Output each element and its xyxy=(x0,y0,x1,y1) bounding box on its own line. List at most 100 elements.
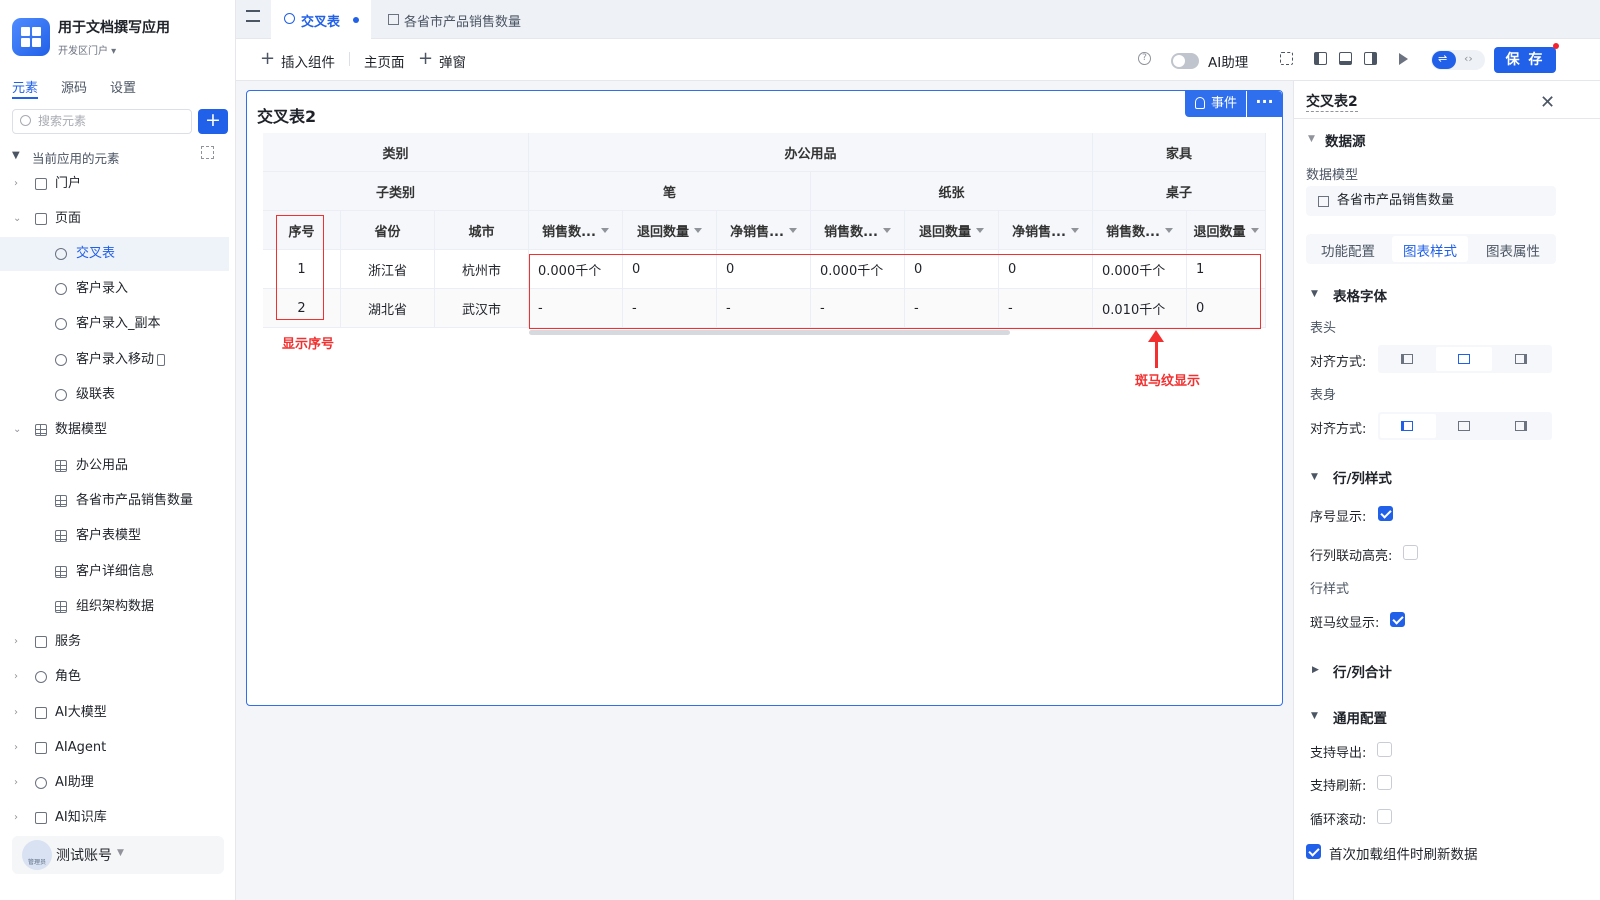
locate-icon[interactable] xyxy=(201,146,214,159)
align-left-icon[interactable] xyxy=(1401,354,1413,364)
header-measure[interactable]: 销售数... xyxy=(529,211,623,250)
chevron-down-icon[interactable]: ▼ xyxy=(117,848,124,858)
sort-caret-icon[interactable] xyxy=(882,227,891,233)
more-button[interactable]: ··· xyxy=(1247,91,1282,117)
loop-scroll-checkbox[interactable] xyxy=(1377,809,1392,824)
right-panel-icon[interactable] xyxy=(1364,52,1377,65)
user-icon xyxy=(35,671,47,683)
ai-assistant-toggle[interactable] xyxy=(1171,53,1199,69)
mobile-icon xyxy=(157,354,165,366)
caret-down-icon[interactable]: ▼ xyxy=(1311,289,1318,299)
sort-caret-icon[interactable] xyxy=(694,227,702,233)
insert-component-button[interactable]: 插入组件 xyxy=(281,51,335,71)
sidebar-item-customer-entry-copy[interactable]: 客户录入_副本 xyxy=(0,307,236,341)
sidebar-item-office-supplies[interactable]: 办公用品 xyxy=(0,449,236,483)
search-input[interactable]: 搜索元素 xyxy=(12,109,192,134)
help-icon[interactable]: ? xyxy=(1138,52,1151,65)
header-measure[interactable]: 销售数... xyxy=(811,211,905,250)
refresh-checkbox[interactable] xyxy=(1377,775,1392,790)
align-center-icon[interactable] xyxy=(1458,421,1470,431)
section-table-font[interactable]: 表格字体 xyxy=(1333,285,1387,305)
add-element-button[interactable]: + xyxy=(198,109,228,134)
caret-down-icon[interactable]: ▼ xyxy=(1308,134,1315,144)
sort-caret-icon[interactable] xyxy=(976,227,984,233)
align-right-icon[interactable] xyxy=(1515,354,1527,364)
main-page-button[interactable]: 主页面 xyxy=(364,51,405,71)
section-general-config[interactable]: 通用配置 xyxy=(1333,707,1387,727)
account-name[interactable]: 测试账号 xyxy=(56,845,112,865)
sidebar-item-org-data[interactable]: 组织架构数据 xyxy=(0,590,236,624)
caret-down-icon[interactable]: ▼ xyxy=(1311,472,1318,482)
chevron-right-icon: › xyxy=(14,178,18,189)
portal-selector[interactable]: 开发区门户 ▾ xyxy=(58,42,116,57)
sidebar-item-customer-entry-mobile[interactable]: 客户录入移动 xyxy=(0,343,236,377)
popup-button[interactable]: 弹窗 xyxy=(439,51,466,71)
sort-caret-icon[interactable] xyxy=(1070,227,1079,233)
data-model-select[interactable]: 各省市产品销售数量 xyxy=(1306,186,1556,216)
panel-title[interactable]: 交叉表2 xyxy=(1306,91,1358,112)
code-mode-icon[interactable]: ‹› xyxy=(1464,52,1473,65)
header-measure[interactable]: 退回数量 xyxy=(1187,211,1266,250)
tab-crosstab[interactable]: 交叉表 xyxy=(271,0,371,39)
header-measure[interactable]: 销售数... xyxy=(1093,211,1187,250)
section-datasource[interactable]: 数据源 xyxy=(1325,130,1366,150)
align-center-icon[interactable] xyxy=(1458,354,1470,364)
collapse-caret-icon[interactable]: ▼ xyxy=(12,150,20,161)
tab-elements[interactable]: 元素 xyxy=(12,77,38,96)
layout-icon[interactable] xyxy=(1280,52,1293,65)
page-link-icon xyxy=(55,318,67,330)
align-right-icon[interactable] xyxy=(1515,421,1527,431)
sidebar-item-ai-assistant[interactable]: › AI助理 xyxy=(0,766,236,800)
caret-right-icon[interactable]: ▶ xyxy=(1312,665,1319,675)
collapse-sidebar-icon[interactable] xyxy=(246,10,260,22)
close-icon[interactable]: ✕ xyxy=(1540,92,1555,113)
sidebar-item-province-sales[interactable]: 各省市产品销售数量 xyxy=(0,484,236,518)
section-row-col-total[interactable]: 行/列合计 xyxy=(1333,661,1392,681)
caret-down-icon[interactable]: ▼ xyxy=(1311,711,1318,721)
sidebar-item-pages[interactable]: ⌄ 页面 xyxy=(0,202,236,236)
header-measure-label: 净销售... xyxy=(1012,224,1066,240)
sort-caret-icon[interactable] xyxy=(1164,227,1173,233)
sidebar-item-customer-details[interactable]: 客户详细信息 xyxy=(0,555,236,589)
arrow-shaft xyxy=(1155,341,1158,368)
sort-caret-icon[interactable] xyxy=(600,227,609,233)
bottom-panel-icon[interactable] xyxy=(1339,52,1352,65)
export-checkbox[interactable] xyxy=(1377,742,1392,757)
sidebar-item-data-model[interactable]: ⌄ 数据模型 xyxy=(0,413,236,447)
linked-highlight-checkbox[interactable] xyxy=(1403,545,1418,560)
play-icon[interactable] xyxy=(1399,53,1408,65)
body-align-label: 对齐方式: xyxy=(1310,422,1367,437)
sidebar-item-portal[interactable]: › 门户 xyxy=(0,167,236,201)
section-row-col-style[interactable]: 行/列样式 xyxy=(1333,467,1392,487)
divider xyxy=(1293,118,1600,119)
horizontal-scrollbar[interactable] xyxy=(529,330,1010,335)
sidebar-item-cascade-table[interactable]: 级联表 xyxy=(0,378,236,412)
index-display-checkbox[interactable] xyxy=(1378,506,1393,521)
sidebar-item-ai-agent[interactable]: › AIAgent xyxy=(0,731,236,765)
sidebar-item-customer-model[interactable]: 客户表模型 xyxy=(0,519,236,553)
sidebar-item-roles[interactable]: › 角色 xyxy=(0,660,236,694)
save-button[interactable]: 保 存 xyxy=(1494,47,1556,73)
zebra-display-checkbox[interactable] xyxy=(1390,612,1405,627)
first-load-refresh-checkbox[interactable] xyxy=(1306,844,1321,859)
header-measure[interactable]: 退回数量 xyxy=(623,211,717,250)
tab-settings[interactable]: 设置 xyxy=(110,77,136,96)
header-measure[interactable]: 净销售... xyxy=(999,211,1093,250)
sidebar-item-ai-knowledge[interactable]: › AI知识库 xyxy=(0,801,236,835)
align-left-icon[interactable] xyxy=(1401,421,1413,431)
header-measure-label: 退回数量 xyxy=(636,224,689,240)
tab-chart-properties[interactable]: 图表属性 xyxy=(1486,240,1540,260)
sort-caret-icon[interactable] xyxy=(788,227,797,233)
header-measure[interactable]: 净销售... xyxy=(717,211,811,250)
tab-source[interactable]: 源码 xyxy=(61,77,87,96)
sidebar-item-crosstab[interactable]: 交叉表 xyxy=(0,237,229,271)
sort-caret-icon[interactable] xyxy=(1250,227,1259,233)
sidebar-item-ai-model[interactable]: › AI大模型 xyxy=(0,696,236,730)
header-measure[interactable]: 退回数量 xyxy=(905,211,999,250)
sidebar-item-services[interactable]: › 服务 xyxy=(0,625,236,659)
sidebar-item-customer-entry[interactable]: 客户录入 xyxy=(0,272,236,306)
left-panel-icon[interactable] xyxy=(1314,52,1327,65)
tab-province-sales[interactable]: 各省市产品销售数量 xyxy=(404,11,521,30)
tab-function-config[interactable]: 功能配置 xyxy=(1321,240,1375,260)
tab-chart-style[interactable]: 图表样式 xyxy=(1403,240,1457,260)
